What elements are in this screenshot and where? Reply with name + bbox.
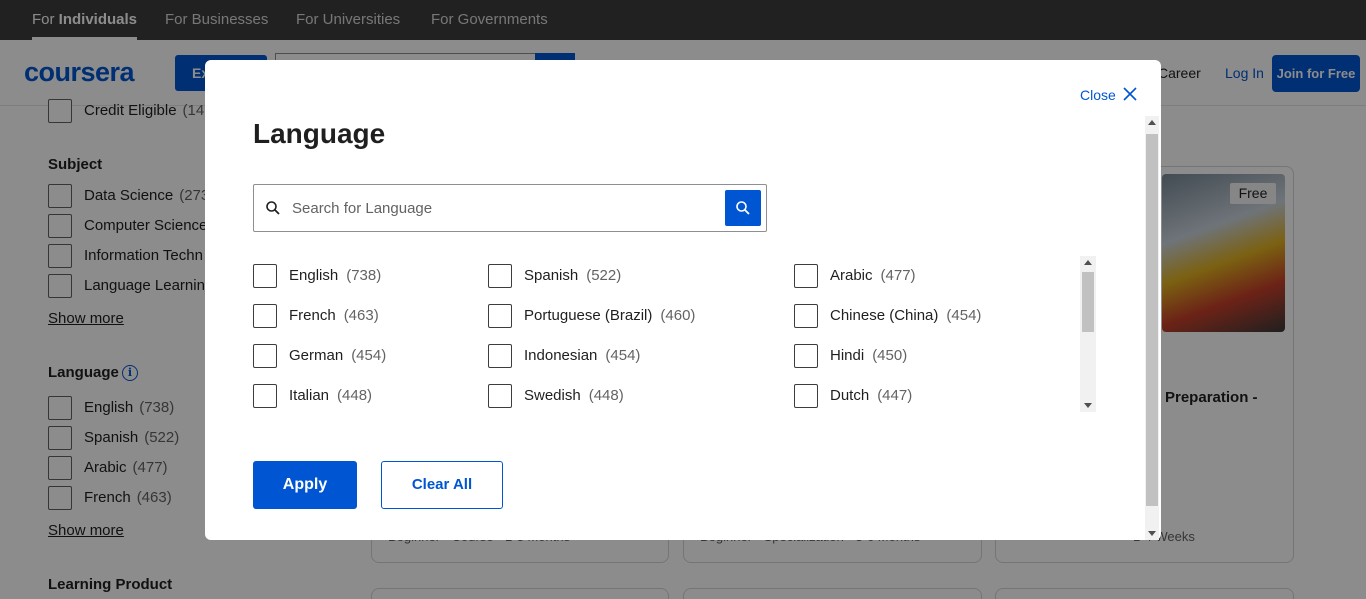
option-count: (454) <box>351 347 387 364</box>
option-count: (460) <box>660 307 696 324</box>
language-search-box <box>253 184 767 232</box>
option-label: Swedish <box>524 387 581 404</box>
option-count: (463) <box>343 307 379 324</box>
checkbox[interactable] <box>794 344 818 368</box>
checkbox[interactable] <box>488 384 512 408</box>
scroll-up-icon[interactable] <box>1148 120 1156 125</box>
modal-title: Language <box>253 118 386 149</box>
checkbox[interactable] <box>794 304 818 328</box>
option-label: Portuguese (Brazil) <box>524 307 653 324</box>
language-search-input[interactable] <box>292 186 722 230</box>
scroll-down-icon[interactable] <box>1148 531 1156 536</box>
scroll-up-icon[interactable] <box>1084 260 1092 265</box>
option-label: Dutch <box>830 387 870 404</box>
close-button[interactable]: Close <box>1080 85 1116 105</box>
apply-button[interactable]: Apply <box>253 461 357 509</box>
option-label: Arabic <box>830 267 873 284</box>
option-count: (454) <box>605 347 641 364</box>
checkbox[interactable] <box>794 264 818 288</box>
option-label: Chinese (China) <box>830 307 939 324</box>
search-icon <box>266 201 280 215</box>
clear-all-button[interactable]: Clear All <box>381 461 503 509</box>
language-search-button[interactable] <box>725 190 761 226</box>
option-label: English <box>289 267 339 284</box>
option-count: (448) <box>588 387 624 404</box>
checkbox[interactable] <box>253 384 277 408</box>
checkbox[interactable] <box>488 344 512 368</box>
option-label: Hindi <box>830 347 865 364</box>
modal-scrollbar[interactable] <box>1145 116 1159 540</box>
option-count: (522) <box>586 267 622 284</box>
option-count: (448) <box>337 387 373 404</box>
checkbox[interactable] <box>488 264 512 288</box>
options-scrollbar[interactable] <box>1080 256 1096 412</box>
checkbox[interactable] <box>253 264 277 288</box>
option-count: (454) <box>946 307 982 324</box>
scrollbar-thumb[interactable] <box>1146 134 1158 506</box>
checkbox[interactable] <box>253 344 277 368</box>
option-label: German <box>289 347 344 364</box>
option-count: (447) <box>877 387 913 404</box>
option-count: (738) <box>346 267 382 284</box>
scrollbar-thumb[interactable] <box>1082 272 1094 332</box>
checkbox[interactable] <box>488 304 512 328</box>
option-label: Indonesian <box>524 347 598 364</box>
close-icon[interactable] <box>1123 87 1137 101</box>
option-count: (450) <box>872 347 908 364</box>
checkbox[interactable] <box>794 384 818 408</box>
option-count: (477) <box>880 267 916 284</box>
option-label: French <box>289 307 336 324</box>
search-icon <box>736 201 750 215</box>
checkbox[interactable] <box>253 304 277 328</box>
scroll-down-icon[interactable] <box>1084 403 1092 408</box>
language-filter-modal: Close Language English (738) Spanish (522)… <box>205 60 1161 540</box>
option-label: Italian <box>289 387 330 404</box>
option-label: Spanish <box>524 267 579 284</box>
